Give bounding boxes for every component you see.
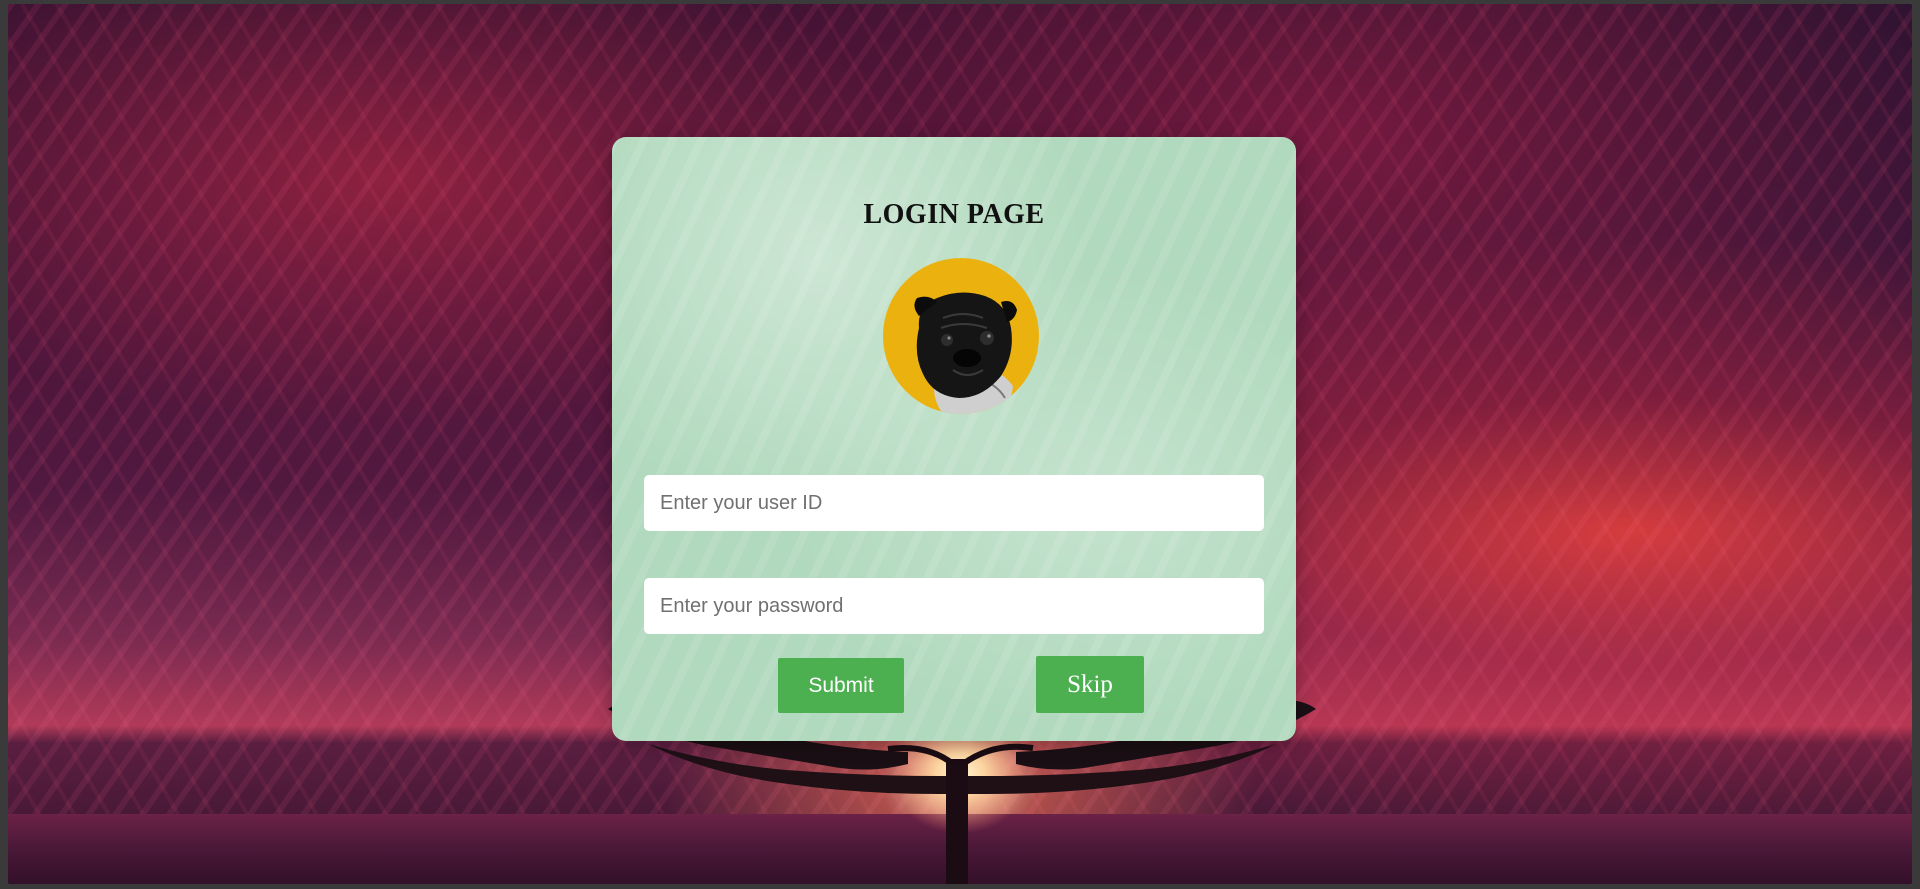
login-card: LOGIN PAGE Submit Skip: [612, 137, 1296, 741]
submit-button[interactable]: Submit: [778, 658, 904, 713]
page-title: LOGIN PAGE: [863, 199, 1045, 230]
pug-avatar-icon: [883, 258, 1039, 414]
skip-button[interactable]: Skip: [1036, 656, 1144, 713]
password-input[interactable]: [644, 578, 1264, 634]
user-id-input[interactable]: [644, 475, 1264, 531]
